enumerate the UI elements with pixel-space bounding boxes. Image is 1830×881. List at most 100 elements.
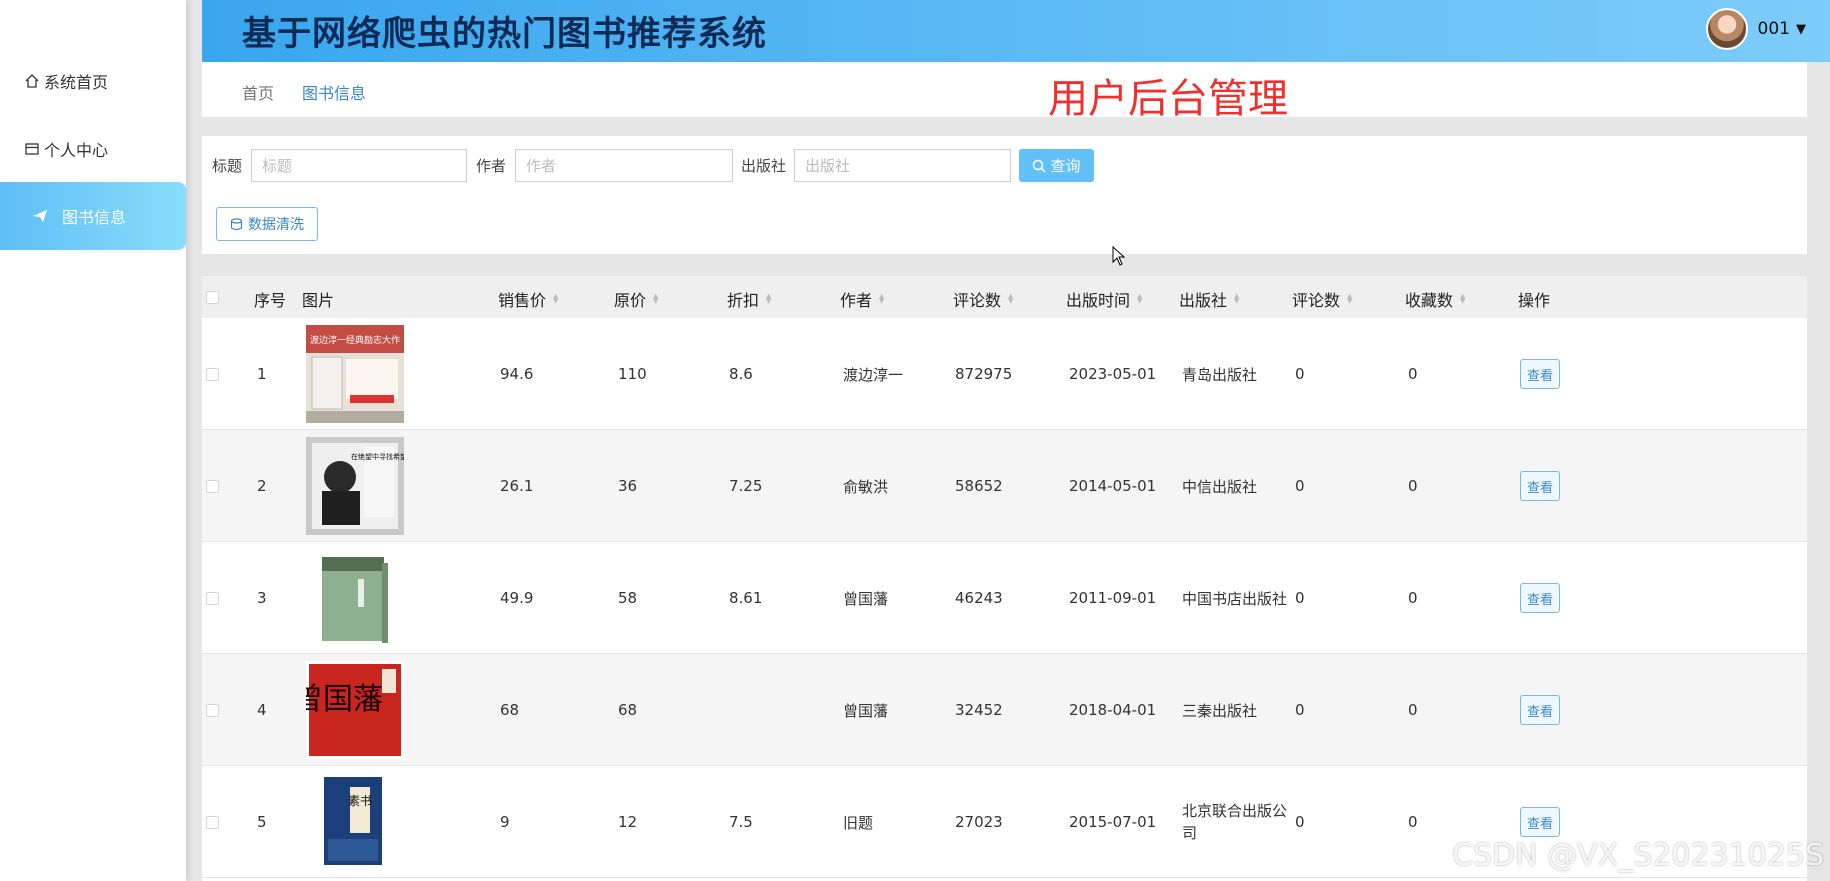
- publisher-input[interactable]: [794, 149, 1011, 182]
- breadcrumb-home[interactable]: 首页: [242, 80, 274, 104]
- cell-favorites: 0: [1408, 589, 1418, 607]
- cell-price: 94.6: [500, 365, 534, 383]
- view-button[interactable]: 查看: [1520, 471, 1560, 501]
- view-button[interactable]: 查看: [1520, 695, 1560, 725]
- cell-author: 渡边淳一: [843, 365, 904, 384]
- header: 基于网络爬虫的热门图书推荐系统 001 ▼: [202, 0, 1830, 62]
- cell-comments-2: 0: [1295, 365, 1305, 383]
- user-card-icon: [25, 143, 39, 155]
- header-comments[interactable]: 评论数 ▲ ▼: [953, 287, 1013, 311]
- cell-pubdate: 2023-05-01: [1069, 365, 1157, 383]
- title-input[interactable]: [251, 149, 467, 182]
- cell-comments-2: 0: [1295, 813, 1305, 831]
- sidebar-item-books[interactable]: 图书信息: [0, 182, 186, 250]
- sort-icon: ▲ ▼: [766, 292, 772, 305]
- cell-favorites: 0: [1408, 477, 1418, 495]
- cell-index: 1: [257, 365, 267, 383]
- row-checkbox[interactable]: [206, 816, 219, 829]
- cell-publisher: 中信出版社: [1182, 477, 1258, 496]
- book-cover-image[interactable]: 曾国藩: [306, 661, 404, 759]
- sidebar-item-home[interactable]: 系统首页: [0, 47, 186, 115]
- cell-favorites: 0: [1408, 813, 1418, 831]
- sort-icon: ▲ ▼: [1008, 292, 1014, 305]
- title-label: 标题: [212, 157, 243, 175]
- table-header: 序号 图片 销售价 ▲ ▼ 原价 ▲ ▼ 折扣 ▲ ▼ 作者 ▲ ▼ 评论数 ▲ ▼ 出版时间 ▲ ▼ …: [202, 276, 1807, 318]
- table-row: 1 渡边淳一经典励志大作 94.6 110 8.6 渡边淳一 872975 20…: [202, 318, 1807, 430]
- cell-favorites: 0: [1408, 365, 1418, 383]
- cell-pubdate: 2018-04-01: [1069, 701, 1157, 719]
- table-row: 3 49.9 58 8.61 曾国藩 46243 2011-09-01 中国书店…: [202, 542, 1807, 654]
- cell-comments-2: 0: [1295, 477, 1305, 495]
- svg-text:渡边淳一经典励志大作: 渡边淳一经典励志大作: [310, 334, 400, 346]
- book-cover-image[interactable]: 在绝望中寻找希望: [306, 437, 404, 535]
- cell-pubdate: 2014-05-01: [1069, 477, 1157, 495]
- book-cover-image[interactable]: 素书: [306, 773, 404, 871]
- cell-price: 9: [500, 813, 510, 831]
- sort-icon: ▲ ▼: [1234, 292, 1240, 305]
- sidebar: 系统首页 个人中心 图书信息: [0, 0, 186, 881]
- svg-text:曾国藩: 曾国藩: [306, 682, 383, 717]
- watermark: CSDN @VX_S20231025S: [1452, 838, 1824, 873]
- row-checkbox[interactable]: [206, 592, 219, 605]
- table-row: 2 在绝望中寻找希望 26.1 36 7.25 俞敏洪 58652 2014-0…: [202, 430, 1807, 542]
- view-button[interactable]: 查看: [1520, 583, 1560, 613]
- header-price[interactable]: 销售价 ▲ ▼: [498, 287, 558, 311]
- header-publisher[interactable]: 出版社 ▲ ▼: [1179, 287, 1239, 311]
- header-author[interactable]: 作者 ▲ ▼: [840, 287, 884, 311]
- data-clean-button[interactable]: 数据清洗: [216, 207, 318, 241]
- user-menu[interactable]: 001 ▼: [1705, 8, 1806, 50]
- cell-publisher: 三秦出版社: [1182, 701, 1258, 720]
- cell-original-price: 68: [618, 701, 638, 719]
- search-icon: [1033, 159, 1047, 173]
- caret-down-icon: ▼: [1796, 21, 1806, 37]
- row-checkbox[interactable]: [206, 704, 219, 717]
- avatar: [1705, 8, 1748, 50]
- cell-discount: 7.25: [729, 477, 763, 495]
- cell-index: 2: [257, 477, 267, 495]
- header-favorites[interactable]: 收藏数 ▲ ▼: [1405, 287, 1465, 311]
- cell-price: 68: [500, 701, 520, 719]
- header-image: 图片: [302, 291, 335, 310]
- sort-icon: ▲ ▼: [879, 292, 885, 305]
- row-checkbox[interactable]: [206, 368, 219, 381]
- cell-publisher: 中国书店出版社: [1182, 589, 1288, 608]
- sidebar-item-label: 系统首页: [44, 73, 109, 92]
- header-comments-2[interactable]: 评论数 ▲ ▼: [1292, 287, 1352, 311]
- author-label: 作者: [476, 157, 507, 175]
- view-button[interactable]: 查看: [1520, 807, 1560, 837]
- app-title: 基于网络爬虫的热门图书推荐系统: [242, 14, 767, 54]
- cell-index: 4: [257, 701, 267, 719]
- cell-price: 26.1: [500, 477, 534, 495]
- paper-plane-icon: [33, 210, 47, 222]
- header-discount[interactable]: 折扣 ▲ ▼: [727, 287, 771, 311]
- sort-icon: ▲ ▼: [1460, 292, 1466, 305]
- book-cover-image[interactable]: [306, 549, 404, 647]
- svg-text:在绝望中寻找希望: 在绝望中寻找希望: [351, 452, 404, 461]
- query-button[interactable]: 查询: [1019, 149, 1094, 182]
- cell-pubdate: 2011-09-01: [1069, 589, 1157, 607]
- cell-author: 旧题: [843, 813, 874, 832]
- row-checkbox[interactable]: [206, 480, 219, 493]
- header-pubdate[interactable]: 出版时间 ▲ ▼: [1066, 287, 1142, 311]
- table-row: 4 曾国藩 68 68 曾国藩 32452 2018-04-01 三秦出版社 0…: [202, 654, 1807, 766]
- cell-pubdate: 2015-07-01: [1069, 813, 1157, 831]
- cell-original-price: 12: [618, 813, 638, 831]
- header-actions: 操作: [1518, 291, 1551, 310]
- cell-index: 5: [257, 813, 267, 831]
- sort-icon: ▲ ▼: [653, 292, 659, 305]
- sidebar-item-label: 个人中心: [44, 141, 109, 160]
- cell-author: 俞敏洪: [843, 477, 889, 496]
- query-label: 查询: [1050, 157, 1081, 175]
- svg-text:素书: 素书: [348, 794, 372, 808]
- author-input[interactable]: [515, 149, 733, 182]
- sort-icon: ▲ ▼: [553, 292, 559, 305]
- data-clean-label: 数据清洗: [248, 217, 304, 233]
- select-all-checkbox[interactable]: [206, 291, 219, 304]
- database-icon: [230, 217, 243, 230]
- cell-original-price: 36: [618, 477, 638, 495]
- sidebar-item-profile[interactable]: 个人中心: [0, 115, 186, 183]
- header-original-price[interactable]: 原价 ▲ ▼: [614, 287, 658, 311]
- view-button[interactable]: 查看: [1520, 359, 1560, 389]
- cell-comments: 58652: [955, 477, 1003, 495]
- book-cover-image[interactable]: 渡边淳一经典励志大作: [306, 325, 404, 423]
